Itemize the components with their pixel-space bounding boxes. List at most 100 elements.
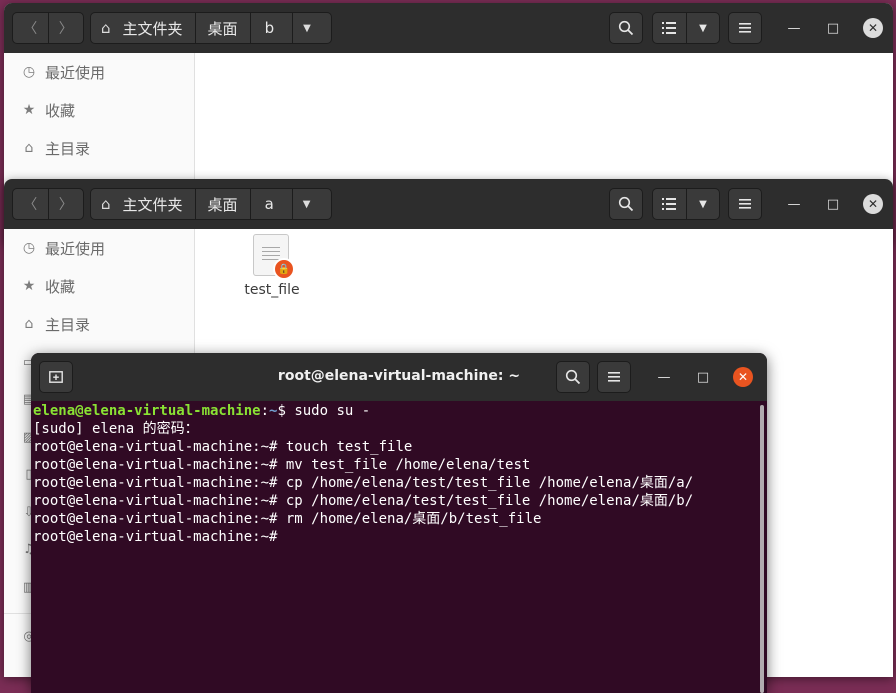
maximize-button[interactable]: □ (695, 369, 711, 385)
terminal-scrollbar[interactable] (760, 405, 764, 693)
list-view-button[interactable] (653, 13, 686, 43)
nav-buttons: 〈 〉 (12, 12, 84, 44)
terminal-headerbar: root@elena-virtual-machine: ~ — □ ✕ (31, 353, 767, 401)
sidebar-item-label: 主目录 (45, 315, 91, 334)
menu-button[interactable] (728, 188, 762, 220)
file-name-label[interactable]: test_file (232, 282, 312, 298)
nav-buttons: 〈 〉 (12, 188, 84, 220)
hamburger-icon (608, 372, 620, 382)
terminal-line: root@elena-virtual-machine:~# touch test… (33, 438, 759, 456)
prompt: root@elena-virtual-machine:~# (33, 511, 286, 527)
prompt: root@elena-virtual-machine:~# (33, 493, 286, 509)
triangle-down-icon: ▼ (302, 198, 311, 210)
prompt: root@elena-virtual-machine:~# (33, 529, 286, 545)
command-text: touch test_file (285, 439, 413, 455)
sidebar-item-label: 收藏 (45, 277, 76, 296)
headerbar: 〈 〉 ⌂ 主文件夹 桌面 a ▼ ▼ — □ ✕ (4, 179, 893, 229)
sidebar-item-home[interactable]: ⌂ 主目录 (21, 313, 90, 335)
hamburger-icon (739, 199, 751, 209)
terminal-line: [sudo] elena 的密码： (33, 421, 199, 437)
maximize-button[interactable]: □ (825, 20, 841, 36)
list-view-icon (662, 198, 677, 210)
sidebar-item-label: 最近使用 (45, 239, 106, 258)
breadcrumb-current[interactable]: a (249, 189, 292, 219)
prompt: root@elena-virtual-machine:~# (33, 475, 286, 491)
search-icon (618, 196, 634, 212)
list-view-button[interactable] (653, 189, 686, 219)
command-text: sudo su - (294, 403, 371, 419)
close-button[interactable]: ✕ (733, 367, 753, 387)
breadcrumb-home[interactable]: ⌂ 主文件夹 (91, 13, 195, 43)
hamburger-icon (739, 23, 751, 33)
breadcrumb: ⌂ 主文件夹 桌面 b ▼ (90, 12, 332, 44)
minimize-icon: — (657, 369, 671, 385)
minimize-button[interactable]: — (786, 196, 802, 212)
minimize-icon: — (787, 196, 801, 212)
file-item-test-file[interactable]: 🔒 (253, 234, 295, 280)
terminal-line: elena@elena-virtual-machine:~$ sudo su - (33, 402, 759, 420)
sidebar-item-starred[interactable]: ★ 收藏 (21, 275, 75, 297)
chevron-right-icon: 〉 (58, 197, 73, 213)
menu-button[interactable] (728, 12, 762, 44)
close-icon: ✕ (867, 21, 879, 35)
home-icon: ⌂ (24, 140, 34, 156)
triangle-down-icon: ▼ (699, 198, 707, 210)
sidebar-item-recent[interactable]: ◷ 最近使用 (21, 237, 105, 259)
search-icon (618, 20, 634, 36)
home-icon: ⌂ (101, 19, 111, 37)
chevron-left-icon: 〈 (23, 197, 38, 213)
maximize-icon: □ (826, 20, 840, 36)
prompt-user: elena@elena-virtual-machine (33, 403, 261, 419)
breadcrumb-home-label: 主文件夹 (122, 195, 183, 214)
breadcrumb-dropdown[interactable]: ▼ (291, 189, 321, 219)
minimize-icon: — (787, 20, 801, 36)
terminal-line: root@elena-virtual-machine:~# cp /home/e… (33, 474, 759, 492)
search-button[interactable] (609, 188, 643, 220)
forward-button[interactable]: 〉 (47, 13, 84, 43)
terminal-line: root@elena-virtual-machine:~# (33, 528, 759, 546)
search-button[interactable] (609, 12, 643, 44)
close-button[interactable]: ✕ (863, 194, 883, 214)
home-icon: ⌂ (24, 316, 34, 332)
forward-button[interactable]: 〉 (47, 189, 84, 219)
breadcrumb-dropdown[interactable]: ▼ (292, 13, 321, 43)
search-icon (565, 369, 581, 385)
triangle-down-icon: ▼ (303, 22, 311, 34)
minimize-button[interactable]: — (786, 20, 802, 36)
sidebar-item-label: 主目录 (45, 139, 91, 158)
back-button[interactable]: 〈 (13, 13, 48, 43)
breadcrumb: ⌂ 主文件夹 桌面 a ▼ (90, 188, 332, 220)
maximize-button[interactable]: □ (825, 196, 841, 212)
view-dropdown-button[interactable]: ▼ (685, 13, 719, 43)
clock-icon: ◷ (22, 64, 36, 80)
list-view-icon (662, 22, 677, 34)
chevron-left-icon: 〈 (23, 21, 38, 37)
lock-icon: 🔒 (273, 258, 295, 280)
maximize-icon: □ (826, 196, 840, 212)
breadcrumb-desktop[interactable]: 桌面 (194, 189, 250, 219)
view-dropdown-button[interactable]: ▼ (685, 189, 719, 219)
back-button[interactable]: 〈 (13, 189, 48, 219)
breadcrumb-home-label: 主文件夹 (122, 19, 183, 38)
sidebar-item-recent[interactable]: ◷ 最近使用 (21, 61, 105, 83)
headerbar: 〈 〉 ⌂ 主文件夹 桌面 b ▼ ▼ — □ ✕ (4, 3, 893, 53)
view-options: ▼ (652, 12, 720, 44)
terminal-output[interactable]: elena@elena-virtual-machine:~$ sudo su -… (33, 402, 759, 693)
sidebar-item-home[interactable]: ⌂ 主目录 (21, 137, 90, 159)
prompt: root@elena-virtual-machine:~# (33, 439, 286, 455)
command-text: rm /home/elena/桌面/b/test_file (285, 511, 542, 527)
command-text: cp /home/elena/test/test_file /home/elen… (285, 493, 694, 509)
command-text: mv test_file /home/elena/test (285, 457, 531, 473)
home-icon: ⌂ (101, 195, 111, 213)
menu-button[interactable] (597, 361, 631, 393)
sidebar-item-starred[interactable]: ★ 收藏 (21, 99, 75, 121)
search-button[interactable] (556, 361, 590, 393)
breadcrumb-home[interactable]: ⌂ 主文件夹 (91, 189, 195, 219)
breadcrumb-desktop[interactable]: 桌面 (194, 13, 250, 43)
maximize-icon: □ (696, 369, 710, 385)
chevron-right-icon: 〉 (58, 21, 73, 37)
minimize-button[interactable]: — (656, 369, 672, 385)
close-button[interactable]: ✕ (863, 18, 883, 38)
prompt-separator: : (260, 403, 270, 419)
breadcrumb-current[interactable]: b (249, 13, 293, 43)
